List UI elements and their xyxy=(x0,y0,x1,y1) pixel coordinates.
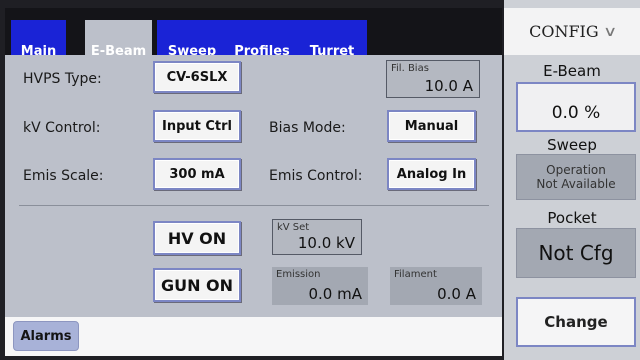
config-panel: CONFIG ∨ E-Beam 0.0 % Sweep Operation No… xyxy=(504,0,640,360)
sweep-status-line2: Not Available xyxy=(536,177,616,191)
emis-scale-button[interactable]: 300 mA xyxy=(153,158,241,190)
pocket-label: Pocket xyxy=(547,209,597,227)
alarms-button[interactable]: Alarms xyxy=(13,321,79,351)
hvps-type-button[interactable]: CV-6SLX xyxy=(153,61,241,93)
bias-mode-label: Bias Mode: xyxy=(269,120,346,136)
gun-on-button[interactable]: GUN ON xyxy=(153,268,241,302)
kv-control-button[interactable]: Input Ctrl xyxy=(153,110,241,142)
emission-caption: Emission xyxy=(276,269,321,280)
emis-control-label: Emis Control: xyxy=(269,168,363,184)
change-button[interactable]: Change xyxy=(516,297,636,347)
ebeam-label: E-Beam xyxy=(543,62,601,80)
filament-value: 0.0 A xyxy=(437,285,476,303)
kv-set-value: 10.0 kV xyxy=(297,234,355,252)
double-chevron-down-icon: ∨ xyxy=(602,23,617,40)
hvps-type-label: HVPS Type: xyxy=(23,71,102,87)
filament-readout: Filament 0.0 A xyxy=(390,267,482,305)
status-strip: Alarms xyxy=(5,317,502,356)
kv-control-label: kV Control: xyxy=(23,120,101,136)
sweep-label: Sweep xyxy=(547,136,597,154)
emis-control-button[interactable]: Analog In xyxy=(387,158,476,190)
filament-caption: Filament xyxy=(394,269,437,280)
sweep-status-line1: Operation xyxy=(546,163,606,177)
config-header[interactable]: CONFIG ∨ xyxy=(504,8,640,55)
sweep-status: Operation Not Available xyxy=(516,154,636,200)
ebeam-value-button[interactable]: 0.0 % xyxy=(516,82,636,132)
fil-bias-value: 10.0 A xyxy=(424,77,473,95)
emission-readout: Emission 0.0 mA xyxy=(272,267,368,305)
kv-set-caption: kV Set xyxy=(277,222,310,233)
kv-set-readout[interactable]: kV Set 10.0 kV xyxy=(272,219,362,255)
ebeam-percent: 0.0 % xyxy=(551,103,601,123)
tab-bar: Main E-Beam Sweep Profiles Turret xyxy=(5,8,502,63)
hv-on-button[interactable]: HV ON xyxy=(153,221,241,255)
hmi-screen: Main E-Beam Sweep Profiles Turret HVPS T… xyxy=(0,0,640,360)
pocket-value: Not Cfg xyxy=(516,228,636,278)
fil-bias-caption: Fil. Bias xyxy=(391,63,429,74)
config-title: CONFIG xyxy=(529,22,599,41)
fil-bias-readout: Fil. Bias 10.0 A xyxy=(386,60,480,98)
emis-scale-label: Emis Scale: xyxy=(23,168,104,184)
bias-mode-button[interactable]: Manual xyxy=(387,110,476,142)
ebeam-panel: HVPS Type: CV-6SLX Fil. Bias 10.0 A kV C… xyxy=(5,55,502,317)
emission-value: 0.0 mA xyxy=(308,285,363,303)
section-divider xyxy=(19,205,489,206)
